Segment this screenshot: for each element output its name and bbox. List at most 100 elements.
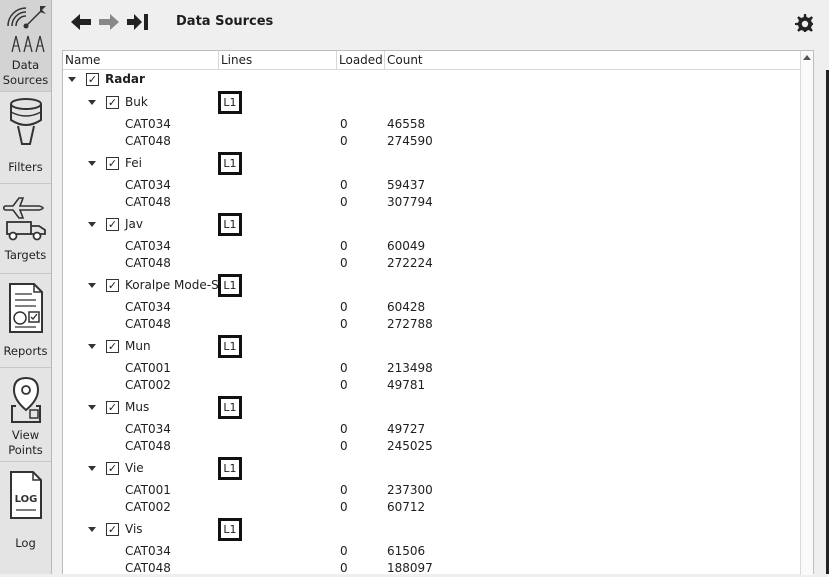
chevron-down-icon[interactable] (88, 527, 96, 532)
table-row[interactable]: CAT048 0 272224 (63, 255, 801, 272)
sidebar-item-filters[interactable]: Filters (0, 92, 51, 184)
chevron-down-icon[interactable] (88, 161, 96, 166)
source-checkbox[interactable]: ✓ (106, 279, 119, 292)
header-name[interactable]: Name (63, 51, 219, 70)
gear-icon[interactable] (794, 13, 814, 36)
line-badge[interactable]: L1 (218, 274, 242, 297)
data-sources-tree[interactable]: Name Lines Loaded Count ✓ Radar ✓ Buk L1 CA… (62, 50, 814, 577)
line-badge[interactable]: L1 (218, 213, 242, 236)
table-row[interactable]: CAT001 0 237300 (63, 482, 801, 499)
chevron-down-icon[interactable] (88, 466, 96, 471)
tree-row-source[interactable]: ✓ Mun L1 (63, 335, 801, 359)
tree-row-source[interactable]: ✓ Buk L1 (63, 91, 801, 115)
loaded-value: 0 (340, 117, 348, 131)
tree-row-source[interactable]: ✓ Vis L1 (63, 518, 801, 542)
line-badge[interactable]: L1 (218, 396, 242, 419)
source-checkbox[interactable]: ✓ (106, 218, 119, 231)
sidebar-item-reports[interactable]: Reports (0, 274, 51, 368)
table-row[interactable]: CAT048 0 307794 (63, 194, 801, 211)
count-value: 272788 (387, 317, 433, 331)
sidebar-item-label: Reports (3, 344, 48, 358)
header-count[interactable]: Count (385, 51, 801, 70)
scroll-up-arrow-icon[interactable] (803, 55, 811, 60)
count-value: 245025 (387, 439, 433, 453)
tree-row-source[interactable]: ✓ Koralpe Mode-S L1 (63, 274, 801, 298)
source-name: Koralpe Mode-S (125, 278, 219, 292)
tree-label: Radar (105, 72, 145, 86)
arrow-to-end-icon[interactable] (126, 12, 150, 35)
tree-row-source[interactable]: ✓ Jav L1 (63, 213, 801, 237)
source-checkbox[interactable]: ✓ (106, 157, 119, 170)
page-title: Data Sources (176, 14, 274, 29)
loaded-value: 0 (340, 239, 348, 253)
table-row[interactable]: CAT002 0 49781 (63, 377, 801, 394)
sidebar-item-view-points[interactable]: View Points (0, 368, 51, 462)
line-badge[interactable]: L1 (218, 91, 242, 114)
count-value: 60712 (387, 500, 426, 514)
header-lines[interactable]: Lines (219, 51, 337, 70)
table-row[interactable]: CAT034 0 46558 (63, 116, 801, 133)
source-name: Buk (125, 95, 148, 109)
source-checkbox[interactable]: ✓ (106, 462, 119, 475)
source-checkbox[interactable]: ✓ (106, 96, 119, 109)
chevron-down-icon[interactable] (68, 77, 76, 82)
arrow-left-icon[interactable] (70, 12, 92, 35)
arrow-right-icon[interactable] (98, 12, 120, 35)
category-name: CAT002 (125, 500, 171, 514)
plane-truck-icon (1, 188, 49, 248)
sidebar-item-targets[interactable]: Targets (0, 184, 51, 274)
table-row[interactable]: CAT001 0 213498 (63, 360, 801, 377)
line-badge[interactable]: L1 (218, 152, 242, 175)
category-name: CAT048 (125, 317, 171, 331)
sidebar-item-log[interactable]: LOG Log (0, 462, 51, 574)
location-pin-icon (8, 376, 44, 428)
table-row[interactable]: CAT034 0 59437 (63, 177, 801, 194)
chevron-down-icon[interactable] (88, 283, 96, 288)
source-name: Jav (125, 217, 143, 231)
table-row[interactable]: CAT048 0 188097 (63, 560, 801, 577)
sidebar-item-label: Data Sources (2, 58, 49, 87)
sidebar-item-data-sources[interactable]: Data Sources (0, 0, 51, 92)
vertical-scrollbar[interactable] (800, 51, 813, 575)
category-name: CAT048 (125, 134, 171, 148)
line-badge[interactable]: L1 (218, 335, 242, 358)
table-header: Name Lines Loaded Count (63, 51, 801, 70)
table-row[interactable]: CAT034 0 60049 (63, 238, 801, 255)
loaded-value: 0 (340, 483, 348, 497)
tree-row-source[interactable]: ✓ Mus L1 (63, 396, 801, 420)
line-badge[interactable]: L1 (218, 518, 242, 541)
tree-row-source[interactable]: ✓ Vie L1 (63, 457, 801, 481)
count-value: 188097 (387, 561, 433, 575)
chevron-down-icon[interactable] (88, 405, 96, 410)
category-name: CAT034 (125, 239, 171, 253)
category-name: CAT048 (125, 439, 171, 453)
category-name: CAT001 (125, 361, 171, 375)
source-checkbox[interactable]: ✓ (106, 401, 119, 414)
checkbox-radar[interactable]: ✓ (86, 73, 99, 86)
count-value: 60049 (387, 239, 426, 253)
source-checkbox[interactable]: ✓ (106, 523, 119, 536)
table-row[interactable]: CAT048 0 245025 (63, 438, 801, 455)
table-row[interactable]: CAT034 0 61506 (63, 543, 801, 560)
chevron-down-icon[interactable] (88, 344, 96, 349)
table-row[interactable]: CAT002 0 60712 (63, 499, 801, 516)
table-row[interactable]: CAT048 0 274590 (63, 133, 801, 150)
chevron-down-icon[interactable] (88, 100, 96, 105)
category-name: CAT048 (125, 195, 171, 209)
count-value: 272224 (387, 256, 433, 270)
table-row[interactable]: CAT034 0 49727 (63, 421, 801, 438)
table-row[interactable]: CAT034 0 60428 (63, 299, 801, 316)
count-value: 213498 (387, 361, 433, 375)
category-name: CAT034 (125, 544, 171, 558)
radar-tower-icon (4, 4, 48, 58)
source-checkbox[interactable]: ✓ (106, 340, 119, 353)
tree-row-root[interactable]: ✓ Radar (63, 71, 801, 88)
report-document-icon (6, 282, 46, 338)
loaded-value: 0 (340, 361, 348, 375)
table-row[interactable]: CAT048 0 272788 (63, 316, 801, 333)
header-loaded[interactable]: Loaded (337, 51, 385, 70)
line-badge[interactable]: L1 (218, 457, 242, 480)
tree-row-source[interactable]: ✓ Fei L1 (63, 152, 801, 176)
chevron-down-icon[interactable] (88, 222, 96, 227)
loaded-value: 0 (340, 561, 348, 575)
